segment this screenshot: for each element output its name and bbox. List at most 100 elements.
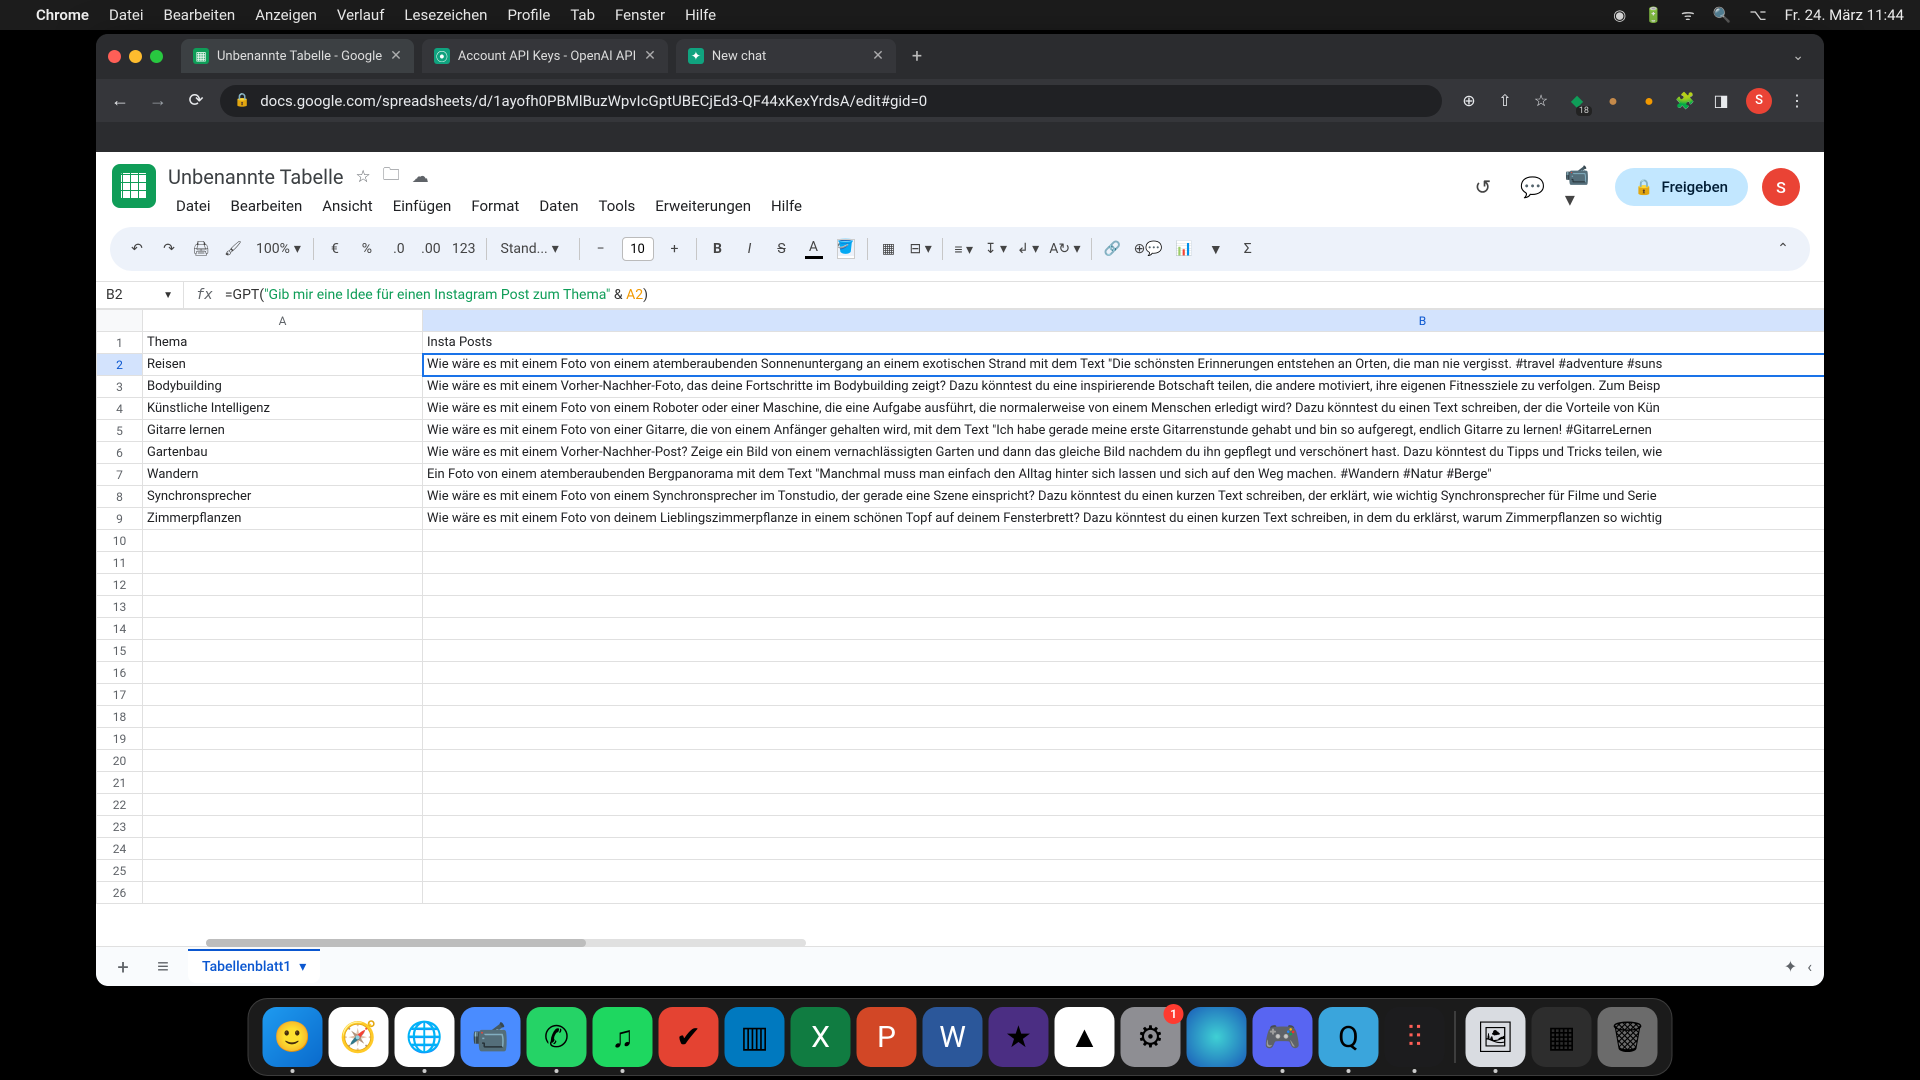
cell-b7[interactable]: Ein Foto von einem atemberaubenden Bergp…: [423, 464, 1825, 486]
menu-fenster[interactable]: Fenster: [615, 6, 665, 24]
close-tab-icon[interactable]: ✕: [644, 48, 656, 64]
cell-a14[interactable]: [143, 618, 423, 640]
cell-a15[interactable]: [143, 640, 423, 662]
move-folder-icon[interactable]: 🗀: [383, 162, 400, 191]
dock-safari[interactable]: 🧭: [329, 1007, 389, 1067]
bookmark-star-icon[interactable]: ☆: [1530, 90, 1552, 112]
row-header[interactable]: 16: [97, 662, 143, 684]
cell-b9[interactable]: Wie wäre es mit einem Foto von deinem Li…: [423, 508, 1825, 530]
dock-finder[interactable]: 🙂: [263, 1007, 323, 1067]
cell-a7[interactable]: Wandern: [143, 464, 423, 486]
dock-preview[interactable]: 🖼: [1466, 1007, 1526, 1067]
active-app-name[interactable]: Chrome: [36, 6, 89, 24]
wrap-button[interactable]: ↲ ▾: [1013, 234, 1043, 264]
cell-a22[interactable]: [143, 794, 423, 816]
cell-a19[interactable]: [143, 728, 423, 750]
comment-button[interactable]: ⊕💬: [1130, 234, 1167, 264]
redo-button[interactable]: ↷: [154, 234, 184, 264]
cell-a10[interactable]: [143, 530, 423, 552]
sheets-menu-hilfe[interactable]: Hilfe: [763, 193, 810, 219]
dock-trash[interactable]: 🗑: [1598, 1007, 1658, 1067]
wifi-icon[interactable]: 󠀠ᯤ: [1681, 5, 1695, 25]
history-icon[interactable]: ↺: [1465, 169, 1501, 205]
italic-button[interactable]: I: [735, 234, 765, 264]
print-button[interactable]: 🖨: [186, 234, 216, 264]
cell-b10[interactable]: [423, 530, 1825, 552]
cell-b11[interactable]: [423, 552, 1825, 574]
cell-b20[interactable]: [423, 750, 1825, 772]
valign-button[interactable]: ↧ ▾: [981, 234, 1011, 264]
explore-button[interactable]: ✦: [1784, 957, 1797, 976]
row-header[interactable]: 7: [97, 464, 143, 486]
cell-b3[interactable]: Wie wäre es mit einem Vorher-Nachher-Fot…: [423, 376, 1825, 398]
cell-a20[interactable]: [143, 750, 423, 772]
back-button[interactable]: ←: [106, 87, 134, 115]
row-header[interactable]: 3: [97, 376, 143, 398]
menu-verlauf[interactable]: Verlauf: [337, 6, 385, 24]
cell-b14[interactable]: [423, 618, 1825, 640]
sheets-menu-erweiterungen[interactable]: Erweiterungen: [647, 193, 759, 219]
side-panel-toggle[interactable]: ‹: [1807, 957, 1812, 976]
sheet-tab-menu-icon[interactable]: ▾: [299, 959, 306, 975]
cell-a3[interactable]: Bodybuilding: [143, 376, 423, 398]
cloud-status-icon[interactable]: ☁: [412, 167, 429, 187]
cell-a8[interactable]: Synchronsprecher: [143, 486, 423, 508]
cell-a12[interactable]: [143, 574, 423, 596]
dock-quicktime[interactable]: Q: [1319, 1007, 1379, 1067]
menu-profile[interactable]: Profile: [507, 6, 550, 24]
strikethrough-button[interactable]: S: [767, 234, 797, 264]
dock-siri[interactable]: [1187, 1007, 1247, 1067]
formula-input[interactable]: =GPT("Gib mir eine Idee für einen Instag…: [225, 287, 648, 304]
increase-fontsize-button[interactable]: +: [660, 234, 690, 264]
cell-a24[interactable]: [143, 838, 423, 860]
spotlight-icon[interactable]: 🔍: [1713, 6, 1732, 24]
column-header-b[interactable]: B: [423, 310, 1825, 332]
row-header[interactable]: 9: [97, 508, 143, 530]
borders-button[interactable]: ▦: [874, 234, 904, 264]
text-color-button[interactable]: A: [799, 234, 829, 264]
row-header[interactable]: 19: [97, 728, 143, 750]
row-header[interactable]: 23: [97, 816, 143, 838]
cell-b6[interactable]: Wie wäre es mit einem Vorher-Nachher-Pos…: [423, 442, 1825, 464]
percent-button[interactable]: %: [352, 234, 382, 264]
cell-a9[interactable]: Zimmerpflanzen: [143, 508, 423, 530]
dock-todoist[interactable]: ✔: [659, 1007, 719, 1067]
control-center-icon[interactable]: ⌥: [1749, 6, 1766, 24]
cell-b17[interactable]: [423, 684, 1825, 706]
row-header[interactable]: 21: [97, 772, 143, 794]
sheets-menu-daten[interactable]: Daten: [531, 193, 586, 219]
close-tab-icon[interactable]: ✕: [390, 48, 402, 64]
dock-mission-control[interactable]: ▦: [1532, 1007, 1592, 1067]
browser-tab-openai[interactable]: ⦿ Account API Keys - OpenAI API ✕: [422, 39, 668, 73]
increase-decimal-button[interactable]: .00: [416, 234, 446, 264]
star-icon[interactable]: ☆: [355, 167, 370, 187]
decrease-fontsize-button[interactable]: −: [586, 234, 616, 264]
all-sheets-button[interactable]: ≡: [148, 954, 178, 979]
row-header[interactable]: 17: [97, 684, 143, 706]
dock-settings[interactable]: ⚙1: [1121, 1007, 1181, 1067]
horizontal-scrollbar[interactable]: [206, 939, 806, 947]
menu-datei[interactable]: Datei: [109, 6, 144, 24]
address-bar[interactable]: 🔒 docs.google.com/spreadsheets/d/1ayofh0…: [220, 85, 1442, 117]
cell-a2[interactable]: Reisen: [143, 354, 423, 376]
share-button[interactable]: 🔒 Freigeben: [1615, 168, 1748, 206]
dock-chrome[interactable]: 🌐: [395, 1007, 455, 1067]
chart-button[interactable]: 📊: [1169, 234, 1199, 264]
cell-b1[interactable]: Insta Posts: [423, 332, 1825, 354]
currency-button[interactable]: €: [320, 234, 350, 264]
cell-a5[interactable]: Gitarre lernen: [143, 420, 423, 442]
tab-overflow-button[interactable]: ⌄: [1792, 48, 1812, 64]
row-header[interactable]: 12: [97, 574, 143, 596]
dock-zoom[interactable]: 📹: [461, 1007, 521, 1067]
dock-word[interactable]: W: [923, 1007, 983, 1067]
new-tab-button[interactable]: +: [904, 46, 930, 67]
cell-b13[interactable]: [423, 596, 1825, 618]
row-header[interactable]: 4: [97, 398, 143, 420]
cell-b5[interactable]: Wie wäre es mit einem Foto von einer Git…: [423, 420, 1825, 442]
select-all-corner[interactable]: [97, 310, 143, 332]
collapse-toolbar-button[interactable]: ⌃: [1768, 234, 1798, 264]
cell-a26[interactable]: [143, 882, 423, 904]
sheets-menu-datei[interactable]: Datei: [168, 193, 219, 219]
cell-b23[interactable]: [423, 816, 1825, 838]
row-header[interactable]: 26: [97, 882, 143, 904]
